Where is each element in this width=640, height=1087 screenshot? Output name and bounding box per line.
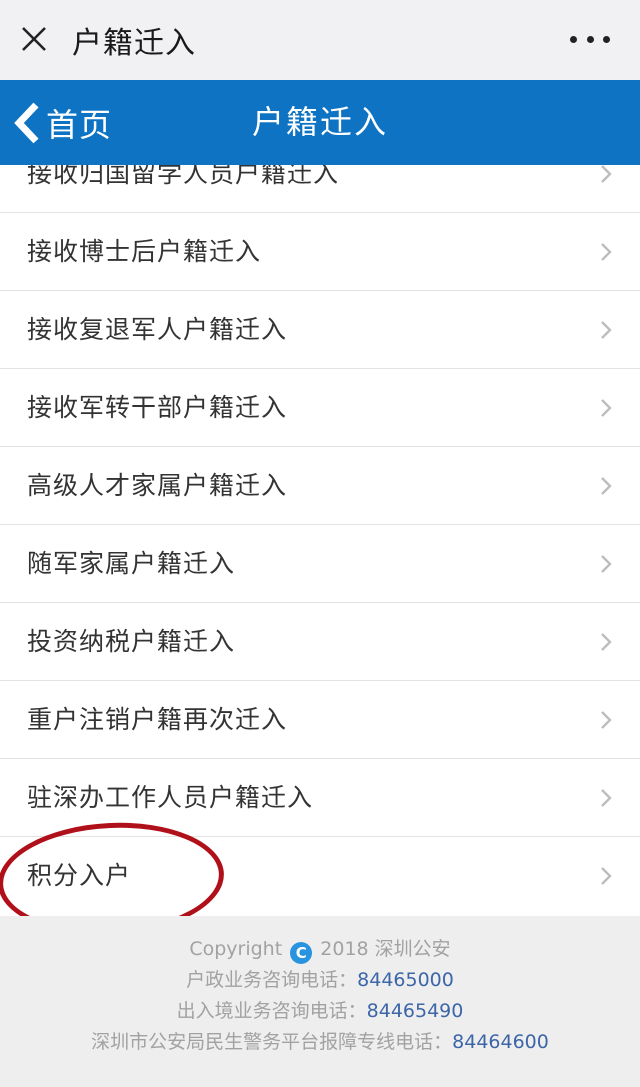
phone-link[interactable]: 84464600	[452, 1031, 549, 1053]
phone-link[interactable]: 84465000	[357, 969, 454, 991]
chevron-right-icon	[601, 243, 612, 261]
chevron-left-icon	[14, 102, 39, 143]
phone-link[interactable]: 84465490	[367, 1000, 464, 1022]
migration-type-list: 接收归国留学人员户籍迁入 接收博士后户籍迁入 接收复退军人户籍迁入 接收军转干部…	[0, 135, 640, 915]
chevron-right-icon	[601, 321, 612, 339]
list-item[interactable]: 随军家属户籍迁入	[0, 525, 640, 603]
contact-label: 户政业务咨询电话：	[186, 969, 358, 991]
chevron-right-icon	[601, 711, 612, 729]
close-button[interactable]	[0, 0, 70, 80]
more-options-button[interactable]	[570, 24, 610, 54]
list-item[interactable]: 接收复退军人户籍迁入	[0, 291, 640, 369]
copyright-suffix: 2018 深圳公安	[320, 938, 451, 960]
more-dot-icon	[603, 35, 610, 43]
copyright-line: Copyright C 2018 深圳公安	[0, 934, 640, 965]
list-item[interactable]: 投资纳税户籍迁入	[0, 603, 640, 681]
list-item-points-settlement[interactable]: 积分入户	[0, 837, 640, 915]
chevron-right-icon	[601, 867, 612, 885]
contact-line: 出入境业务咨询电话：84465490	[0, 996, 640, 1027]
wechat-topbar: 户籍迁入	[0, 0, 640, 80]
list-item[interactable]: 高级人才家属户籍迁入	[0, 447, 640, 525]
copyright-icon: C	[290, 942, 313, 964]
list-item-label: 积分入户	[27, 861, 132, 890]
chevron-right-icon	[601, 477, 612, 495]
more-dot-icon	[570, 35, 577, 43]
list-item[interactable]: 重户注销户籍再次迁入	[0, 681, 640, 759]
close-icon	[22, 27, 46, 51]
contact-label: 深圳市公安局民生警务平台报障专线电话：	[91, 1031, 453, 1053]
list-item[interactable]: 驻深办工作人员户籍迁入	[0, 759, 640, 837]
footer: Copyright C 2018 深圳公安 户政业务咨询电话：84465000 …	[0, 916, 640, 1087]
list-item-label: 随军家属户籍迁入	[27, 549, 236, 578]
list-item-label: 驻深办工作人员户籍迁入	[27, 783, 314, 812]
list-item-label: 接收军转干部户籍迁入	[27, 393, 288, 422]
copyright-prefix: Copyright	[189, 938, 283, 960]
page-header: 首页 户籍迁入	[0, 80, 640, 165]
contact-line: 户政业务咨询电话：84465000	[0, 965, 640, 996]
chevron-right-icon	[601, 399, 612, 417]
back-label: 首页	[46, 105, 113, 144]
list-item[interactable]: 接收军转干部户籍迁入	[0, 369, 640, 447]
more-dot-icon	[586, 35, 594, 43]
list-item-label: 高级人才家属户籍迁入	[27, 471, 288, 500]
contact-line: 深圳市公安局民生警务平台报障专线电话：84464600	[0, 1027, 640, 1058]
chevron-right-icon	[601, 633, 612, 651]
list-item-label: 投资纳税户籍迁入	[27, 627, 236, 656]
chevron-right-icon	[601, 789, 612, 807]
list-item-label: 重户注销户籍再次迁入	[27, 705, 288, 734]
list-item[interactable]: 接收博士后户籍迁入	[0, 213, 640, 291]
chevron-right-icon	[601, 165, 612, 183]
back-button[interactable]: 首页	[12, 80, 112, 165]
chevron-right-icon	[601, 555, 612, 573]
list-item-label: 接收博士后户籍迁入	[27, 237, 262, 266]
list-item-label: 接收复退军人户籍迁入	[27, 315, 288, 344]
contact-label: 出入境业务咨询电话：	[176, 1000, 367, 1022]
window-title: 户籍迁入	[72, 26, 196, 61]
